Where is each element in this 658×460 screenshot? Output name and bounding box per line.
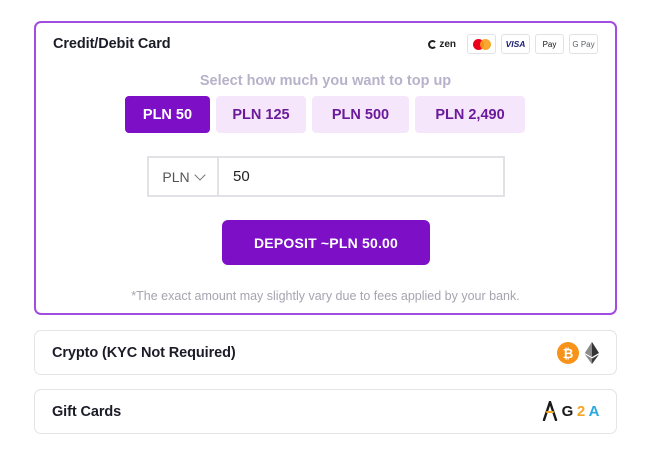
payment-method-crypto[interactable]: Crypto (KYC Not Required) ₿ bbox=[34, 330, 617, 375]
currency-select[interactable]: PLN bbox=[149, 158, 219, 195]
ethereum-icon bbox=[585, 342, 599, 364]
gift-card-icons: G2A bbox=[542, 401, 600, 421]
g2a-logo: G2A bbox=[542, 401, 600, 421]
amount-option-2490[interactable]: PLN 2,490 bbox=[415, 96, 525, 133]
visa-icon: VISA bbox=[501, 34, 530, 54]
amount-input-group: PLN bbox=[147, 156, 505, 197]
currency-label: PLN bbox=[162, 168, 190, 185]
google-pay-icon: G Pay bbox=[569, 34, 598, 54]
bitcoin-icon: ₿ bbox=[557, 342, 579, 364]
crypto-title: Crypto (KYC Not Required) bbox=[52, 345, 236, 361]
zen-logo: zen bbox=[428, 39, 456, 50]
amount-option-500[interactable]: PLN 500 bbox=[312, 96, 409, 133]
chevron-down-icon bbox=[193, 168, 206, 181]
gift-cards-title: Gift Cards bbox=[52, 404, 122, 420]
amount-input[interactable] bbox=[219, 158, 503, 195]
zen-icon bbox=[428, 39, 438, 49]
amount-options: PLN 50 PLN 125 PLN 500 PLN 2,490 bbox=[125, 96, 525, 133]
payment-method-card[interactable]: Credit/Debit Card zen VISA Pay G Pay Sel… bbox=[34, 21, 617, 315]
top-up-instruction: Select how much you want to top up bbox=[199, 73, 452, 89]
payment-logos: zen VISA Pay G Pay bbox=[428, 34, 598, 54]
card-title: Credit/Debit Card bbox=[53, 36, 171, 52]
deposit-button[interactable]: DEPOSIT ~PLN 50.00 bbox=[222, 220, 430, 265]
amount-option-50[interactable]: PLN 50 bbox=[125, 96, 210, 133]
crypto-icons: ₿ bbox=[557, 342, 599, 364]
payment-method-gift-cards[interactable]: Gift Cards G2A bbox=[34, 389, 617, 434]
amount-option-125[interactable]: PLN 125 bbox=[216, 96, 306, 133]
mastercard-icon bbox=[467, 34, 496, 54]
g2a-penguin-icon bbox=[542, 401, 557, 421]
fee-note: *The exact amount may slightly vary due … bbox=[131, 289, 520, 303]
apple-pay-icon: Pay bbox=[535, 34, 564, 54]
